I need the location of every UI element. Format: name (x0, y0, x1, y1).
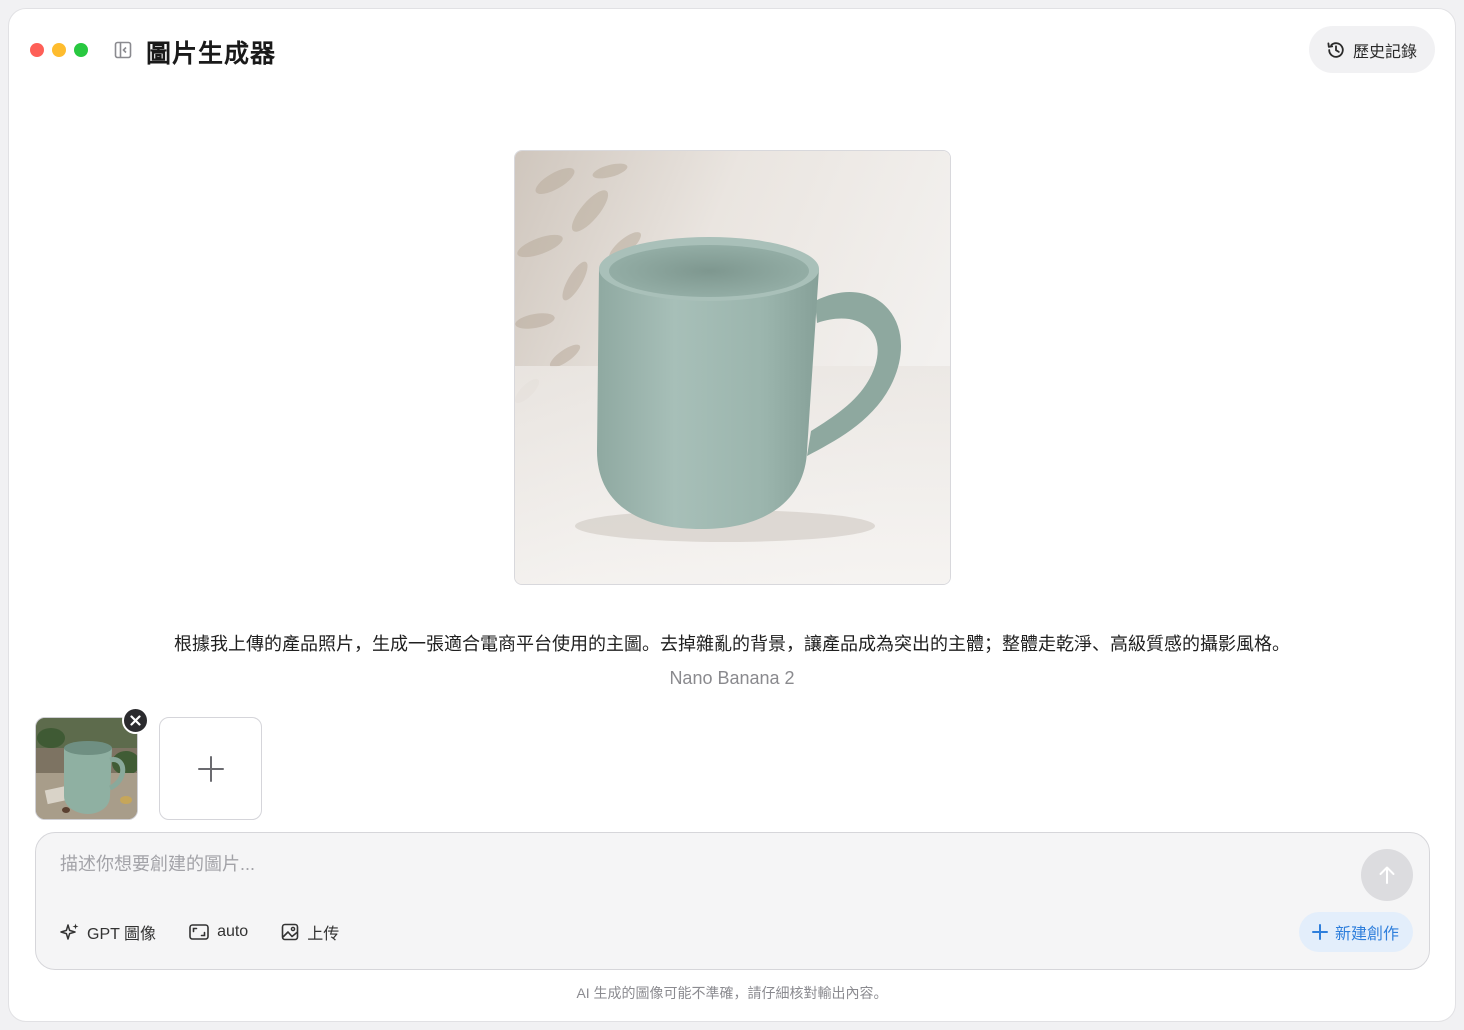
window-controls (30, 43, 88, 57)
sparkle-icon (60, 923, 79, 940)
add-image-button[interactable] (159, 717, 262, 820)
new-creation-button[interactable]: 新建創作 (1298, 912, 1413, 952)
aspect-ratio-selector[interactable]: auto (188, 922, 248, 942)
disclaimer: AI 生成的圖像可能不準確，請仔細核對輸出內容。 (576, 985, 888, 1001)
prompt-text: 根據我上傳的產品照片，生成一張適合電商平台使用的主圖。去掉雜亂的背景，讓產品成為… (174, 634, 1290, 654)
prompt-input[interactable] (60, 851, 1340, 877)
history-icon (1327, 41, 1344, 58)
close-icon (130, 715, 141, 726)
upload-label: 上传 (307, 926, 340, 943)
model-selector[interactable]: GPT 圖像 (60, 920, 156, 944)
image-icon (281, 923, 299, 941)
new-creation-label: 新建創作 (1334, 926, 1399, 943)
aspect-ratio-icon (189, 924, 209, 940)
remove-attachment-button[interactable] (122, 707, 149, 734)
history-button[interactable]: 歷史記錄 (1308, 26, 1435, 73)
close-window-button[interactable] (30, 43, 44, 57)
model-selector-label: GPT 圖像 (87, 926, 157, 943)
app-title: 圖片生成器 (146, 40, 277, 68)
send-button[interactable] (1361, 849, 1413, 901)
generated-image[interactable] (514, 150, 951, 585)
app-window: 圖片生成器 歷史記錄 根據我上傳的產品照片，生成一張適合電商平台使用的主圖。去掉… (8, 8, 1456, 1022)
aspect-ratio-label: auto (217, 923, 249, 940)
attachment-thumbnail[interactable] (35, 717, 138, 820)
upload-button[interactable]: 上传 (280, 920, 339, 944)
plus-icon (197, 755, 224, 782)
mug-source-photo-icon (36, 718, 137, 819)
prompt-composer: GPT 圖像 auto 上传 (35, 832, 1430, 970)
mug-photo-icon (515, 151, 950, 584)
maximize-window-button[interactable] (74, 43, 88, 57)
model-name: Nano Banana 2 (669, 668, 795, 688)
minimize-window-button[interactable] (52, 43, 66, 57)
arrow-up-icon (1379, 866, 1395, 884)
composer-toolbar: GPT 圖像 auto 上传 (60, 920, 339, 944)
sidebar-toggle-icon[interactable] (113, 40, 133, 60)
title-bar: 圖片生成器 歷史記錄 (9, 9, 1455, 93)
history-label: 歷史記錄 (1352, 43, 1417, 61)
plus-icon (1311, 924, 1328, 940)
